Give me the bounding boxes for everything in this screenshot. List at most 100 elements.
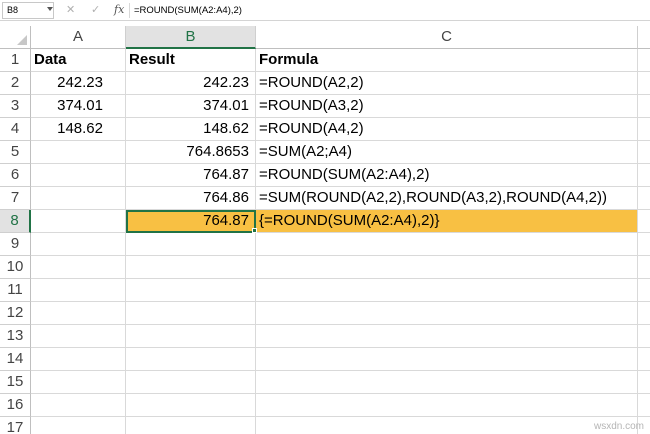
cell-a[interactable]: [31, 210, 126, 233]
cell-c[interactable]: [256, 325, 638, 348]
cancel-icon[interactable]: ✕: [66, 3, 75, 17]
cell-b[interactable]: [126, 417, 256, 434]
row-header[interactable]: 14: [0, 348, 31, 371]
cell-a[interactable]: 242.23: [31, 72, 126, 95]
cell-a[interactable]: [31, 325, 126, 348]
cell-b[interactable]: [126, 348, 256, 371]
cell-c[interactable]: =ROUND(A3,2): [256, 95, 638, 118]
cell-a[interactable]: 148.62: [31, 118, 126, 141]
cell-c[interactable]: [256, 256, 638, 279]
cell-b[interactable]: [126, 279, 256, 302]
row-header[interactable]: 16: [0, 394, 31, 417]
cell-d[interactable]: [638, 210, 650, 233]
row-header[interactable]: 12: [0, 302, 31, 325]
formula-input[interactable]: =ROUND(SUM(A2:A4),2): [134, 2, 242, 19]
cell-d[interactable]: [638, 256, 650, 279]
cell-b[interactable]: [126, 256, 256, 279]
cell-d[interactable]: [638, 187, 650, 210]
cell-a[interactable]: Data: [31, 49, 126, 72]
row-header[interactable]: 10: [0, 256, 31, 279]
cell-a[interactable]: [31, 302, 126, 325]
cell-c[interactable]: [256, 233, 638, 256]
cell-d[interactable]: [638, 72, 650, 95]
cell-a[interactable]: [31, 371, 126, 394]
cell-a[interactable]: [31, 394, 126, 417]
cell-a[interactable]: [31, 141, 126, 164]
insert-function-icon[interactable]: fx: [114, 2, 124, 17]
cell-b[interactable]: Result: [126, 49, 256, 72]
cell-c[interactable]: [256, 302, 638, 325]
row-header[interactable]: 9: [0, 233, 31, 256]
enter-icon[interactable]: ✓: [91, 3, 100, 17]
cell-c[interactable]: =ROUND(A4,2): [256, 118, 638, 141]
cell-c[interactable]: {=ROUND(SUM(A2:A4),2)}: [256, 210, 638, 233]
row-header[interactable]: 1: [0, 49, 31, 72]
column-header-c[interactable]: C: [256, 26, 638, 49]
table-row: 7 764.86 =SUM(ROUND(A2,2),ROUND(A3,2),ROUN…: [0, 187, 650, 210]
cell-b[interactable]: 148.62: [126, 118, 256, 141]
select-all-corner[interactable]: [0, 26, 31, 49]
row-header[interactable]: 11: [0, 279, 31, 302]
cell-b[interactable]: 242.23: [126, 72, 256, 95]
cell-d[interactable]: [638, 118, 650, 141]
row-header[interactable]: 5: [0, 141, 31, 164]
row-header[interactable]: 17: [0, 417, 31, 434]
row-header[interactable]: 7: [0, 187, 31, 210]
cell-c[interactable]: [256, 417, 638, 434]
cell-d[interactable]: [638, 302, 650, 325]
cell-d[interactable]: [638, 279, 650, 302]
column-header-a[interactable]: A: [31, 26, 126, 49]
cell-b[interactable]: 764.87: [126, 210, 256, 233]
cell-b[interactable]: [126, 325, 256, 348]
cell-b[interactable]: 764.87: [126, 164, 256, 187]
row-header[interactable]: 3: [0, 95, 31, 118]
cell-a[interactable]: [31, 279, 126, 302]
column-header-d[interactable]: [638, 26, 650, 49]
cell-a[interactable]: [31, 256, 126, 279]
cell-d[interactable]: [638, 233, 650, 256]
cell-d[interactable]: [638, 164, 650, 187]
table-row: 2 242.23 242.23 =ROUND(A2,2): [0, 72, 650, 95]
cell-d[interactable]: [638, 348, 650, 371]
row-header[interactable]: 8: [0, 210, 31, 233]
cell-b[interactable]: 764.8653: [126, 141, 256, 164]
row-header[interactable]: 2: [0, 72, 31, 95]
table-row: 10: [0, 256, 650, 279]
row-header[interactable]: 13: [0, 325, 31, 348]
cell-d[interactable]: [638, 371, 650, 394]
row-header[interactable]: 15: [0, 371, 31, 394]
cell-a[interactable]: [31, 417, 126, 434]
column-header-b[interactable]: B: [126, 26, 256, 49]
cell-d[interactable]: [638, 141, 650, 164]
row-header[interactable]: 4: [0, 118, 31, 141]
cell-a[interactable]: [31, 233, 126, 256]
table-row: 3 374.01 374.01 =ROUND(A3,2): [0, 95, 650, 118]
cell-d[interactable]: [638, 49, 650, 72]
cell-a[interactable]: [31, 187, 126, 210]
cell-a[interactable]: 374.01: [31, 95, 126, 118]
cell-b[interactable]: 374.01: [126, 95, 256, 118]
cell-c[interactable]: [256, 394, 638, 417]
chevron-down-icon[interactable]: [47, 7, 53, 11]
cell-b[interactable]: [126, 394, 256, 417]
cell-a[interactable]: [31, 348, 126, 371]
cell-d[interactable]: [638, 394, 650, 417]
cell-c[interactable]: [256, 371, 638, 394]
row-header[interactable]: 6: [0, 164, 31, 187]
cell-a[interactable]: [31, 164, 126, 187]
cell-b[interactable]: 764.86: [126, 187, 256, 210]
cell-c[interactable]: Formula: [256, 49, 638, 72]
fill-handle[interactable]: [252, 228, 257, 233]
cell-d[interactable]: [638, 325, 650, 348]
cell-c[interactable]: [256, 348, 638, 371]
cell-b[interactable]: [126, 233, 256, 256]
cell-c[interactable]: =SUM(A2;A4): [256, 141, 638, 164]
cell-b[interactable]: [126, 371, 256, 394]
cell-c[interactable]: [256, 279, 638, 302]
table-row: 17: [0, 417, 650, 434]
cell-c[interactable]: =SUM(ROUND(A2,2),ROUND(A3,2),ROUND(A4,2)…: [256, 187, 638, 210]
cell-c[interactable]: =ROUND(SUM(A2:A4),2): [256, 164, 638, 187]
cell-b[interactable]: [126, 302, 256, 325]
cell-d[interactable]: [638, 95, 650, 118]
cell-c[interactable]: =ROUND(A2,2): [256, 72, 638, 95]
